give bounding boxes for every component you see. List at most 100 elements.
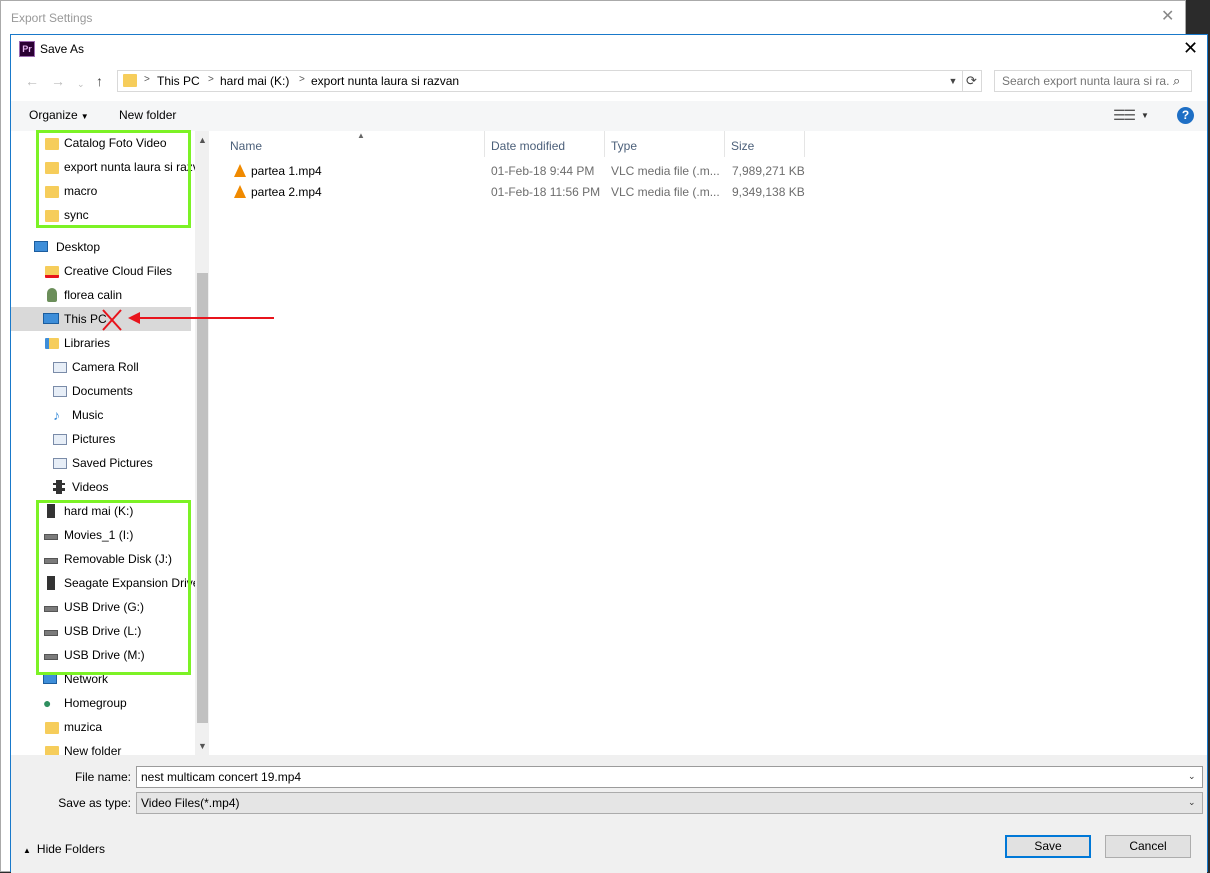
nav-item-pictures[interactable]: Pictures [11,427,191,451]
homegroup-icon: ● [43,695,52,711]
hide-folders-button[interactable]: ▲ Hide Folders [23,842,105,856]
library-icon [53,386,67,397]
music-icon: ♪ [53,407,60,423]
dialog-title: Save As [40,42,85,56]
user-icon [47,288,57,302]
nav-item-label: Camera Roll [72,360,139,374]
scroll-up-icon[interactable]: ▲ [198,135,207,145]
save-button[interactable]: Save [1005,835,1091,858]
file-date: 01-Feb-18 11:56 PM [491,185,601,199]
forward-arrow-icon[interactable]: → [51,73,65,89]
nav-item-label: Saved Pictures [72,456,153,470]
nav-item-camera-roll[interactable]: Camera Roll [11,355,191,379]
search-box[interactable]: ⌕ [994,70,1192,92]
hide-folders-label: Hide Folders [36,842,105,856]
annotation-arrowhead-icon [128,312,140,324]
nav-item-music[interactable]: ♪ Music [11,403,191,427]
nav-item-new-folder[interactable]: New folder [11,739,191,755]
save-as-type-select[interactable]: Video Files(*.mp4) ⌄ [136,792,1203,814]
export-close-icon[interactable]: ✕ [1161,7,1174,27]
column-header-date-modified[interactable]: Date modified [491,139,565,153]
up-arrow-icon[interactable]: ↑ [96,73,103,89]
cancel-button[interactable]: Cancel [1105,835,1191,858]
nav-item-libraries[interactable]: Libraries [11,331,191,355]
nav-item-label: Music [72,408,104,422]
column-divider[interactable] [604,131,605,157]
organize-button[interactable]: Organize ▼ [29,108,89,122]
nav-item-videos[interactable]: Videos [11,475,191,499]
file-row[interactable]: partea 1.mp4 01-Feb-18 9:44 PM VLC media… [225,161,815,182]
nav-item-label: Desktop [56,240,101,254]
column-divider[interactable] [484,131,485,157]
file-name-combobox[interactable]: ⌄ [136,766,1203,788]
library-icon [53,434,67,445]
chevron-down-icon[interactable]: ⌄ [1188,797,1196,808]
save-as-type-label: Save as type: [58,796,131,810]
nav-scrollbar-thumb[interactable] [197,273,208,723]
breadcrumb-this-pc[interactable]: This PC [157,74,200,88]
organize-label: Organize [29,108,78,122]
breadcrumb-separator-icon: > [208,74,214,85]
column-header-type[interactable]: Type [611,139,637,153]
annotation-arrow-overlay [102,309,274,331]
view-dropdown-icon[interactable]: ▼ [1141,111,1149,120]
chevron-up-icon: ▲ [23,846,31,855]
annotation-highlight-box [36,130,191,228]
breadcrumb-separator-icon: > [144,74,150,85]
back-arrow-icon[interactable]: ← [25,73,39,89]
new-folder-button[interactable]: New folder [119,108,176,122]
view-options-icon[interactable]: ☰☰ [1113,107,1136,124]
nav-item-saved-pictures[interactable]: Saved Pictures [11,451,191,475]
command-toolbar: Organize ▼ New folder ☰☰ ▼ ? [11,101,1207,131]
save-as-type-value: Video Files(*.mp4) [141,796,240,810]
folder-icon [45,746,59,755]
file-size: 9,349,138 KB [732,185,805,199]
nav-item-label: Pictures [72,432,116,446]
refresh-icon[interactable]: ⟳ [962,70,982,92]
nav-item-documents[interactable]: Documents [11,379,191,403]
nav-item-label: Creative Cloud Files [64,264,173,278]
nav-item-label: Homegroup [64,696,127,710]
breadcrumb-export-folder[interactable]: export nunta laura si razvan [311,74,459,88]
column-header-size[interactable]: Size [731,139,754,153]
vlc-file-icon [234,185,246,198]
export-settings-title: Export Settings [11,11,93,25]
column-header-name[interactable]: Name [230,139,262,153]
nav-item-creative-cloud-files[interactable]: Creative Cloud Files [11,259,191,283]
vlc-file-icon [234,164,246,177]
annotation-highlight-box [36,500,191,675]
creative-cloud-folder-icon [45,266,59,278]
folder-icon [45,722,59,734]
chevron-down-icon[interactable]: ⌄ [1188,771,1196,782]
address-dropdown-icon[interactable]: ▼ [945,72,961,90]
column-divider[interactable] [804,131,805,157]
file-name: partea 2.mp4 [251,185,322,199]
videos-icon [53,480,65,494]
nav-item-label: Libraries [64,336,111,350]
file-row[interactable]: partea 2.mp4 01-Feb-18 11:56 PM VLC medi… [225,182,815,203]
nav-item-desktop[interactable]: Desktop [11,235,191,259]
file-name-input[interactable] [141,770,1171,784]
nav-item-muzica[interactable]: muzica [11,715,191,739]
search-icon[interactable]: ⌕ [1173,73,1180,89]
breadcrumb-hard-mai[interactable]: hard mai (K:) [220,74,289,88]
file-name: partea 1.mp4 [251,164,322,178]
recent-locations-chevron-icon[interactable]: ⌄ [77,76,85,92]
help-icon[interactable]: ? [1177,107,1194,124]
scroll-down-icon[interactable]: ▼ [198,741,207,751]
sort-ascending-icon: ▲ [357,131,365,140]
chevron-down-icon: ▼ [80,112,89,121]
file-size: 7,989,271 KB [732,164,805,178]
nav-item-homegroup[interactable]: ● Homegroup [11,691,191,715]
premiere-app-icon: Pr [19,41,35,57]
desktop-icon [34,241,48,252]
file-type: VLC media file (.m... [611,164,720,178]
column-divider[interactable] [724,131,725,157]
search-input[interactable] [1002,74,1170,88]
libraries-icon [45,338,59,349]
library-icon [53,458,67,469]
file-list[interactable]: ▲ Name Date modified Type Size partea 1.… [217,131,1207,755]
address-bar[interactable]: > This PC > hard mai (K:) > export nunta… [117,70,963,92]
dialog-close-icon[interactable]: ✕ [1183,38,1198,58]
file-date: 01-Feb-18 9:44 PM [491,164,595,178]
